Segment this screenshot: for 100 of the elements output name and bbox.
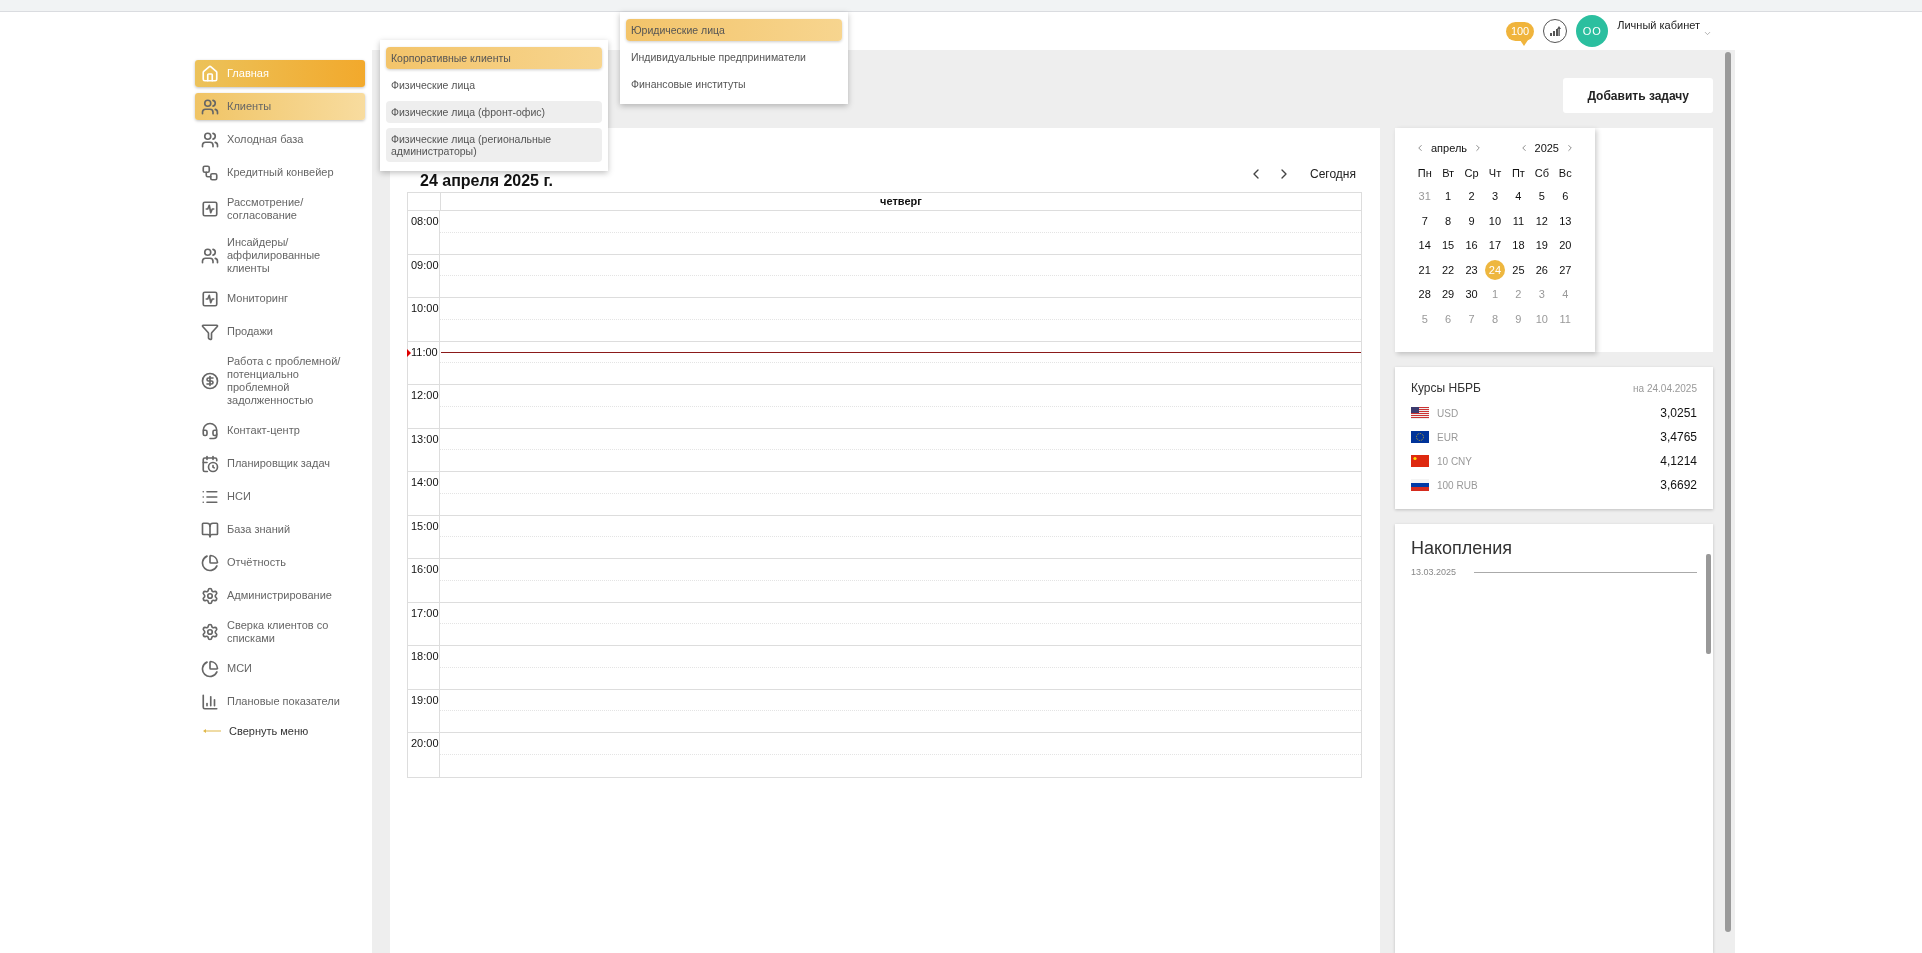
house-icon [201, 64, 219, 83]
flowchart-icon [201, 163, 219, 182]
weekday-label: Сб [1533, 166, 1550, 181]
today-button[interactable]: Сегодня [1310, 167, 1356, 181]
rates-title: Курсы НБРБ [1411, 381, 1481, 395]
sidebar-item[interactable]: Планировщик задач [195, 450, 365, 477]
submenu-item[interactable]: Физические лица (фронт-офис) [386, 101, 602, 123]
sidebar-item[interactable]: Контакт-центр [195, 417, 365, 444]
calendar-day[interactable]: 2 [1461, 186, 1482, 206]
calendar-day[interactable]: 9 [1461, 210, 1482, 231]
collapse-menu-button[interactable]: Свернуть меню [195, 721, 372, 741]
calendar-day[interactable]: 6 [1555, 186, 1576, 206]
pie-chart-icon [201, 553, 219, 572]
calendar-day[interactable]: 13 [1555, 210, 1576, 231]
currency-label: 100 RUB [1437, 479, 1479, 491]
sidebar-item[interactable]: Отчётность [195, 549, 365, 576]
time-label: 18:00 [408, 646, 440, 689]
time-label: 08:00 [408, 211, 440, 254]
currency-label: EUR [1437, 431, 1460, 443]
sidebar-item[interactable]: МСИ [195, 655, 365, 682]
day-heading: четверг [879, 194, 923, 209]
china-flag-icon [1411, 455, 1429, 467]
calendar-day[interactable]: 28 [1414, 284, 1435, 304]
sidebar-item[interactable]: Плановые показатели [195, 688, 365, 715]
weekday-label: Ср [1463, 166, 1480, 181]
time-label: 19:00 [408, 689, 440, 732]
users-icon [201, 246, 219, 265]
time-label: 10:00 [408, 298, 440, 341]
calendar-day[interactable]: 23 [1461, 259, 1482, 280]
users-icon [201, 130, 219, 149]
time-label: 13:00 [408, 428, 440, 471]
sidebar-item[interactable]: Холодная база [195, 126, 365, 153]
calendar-day[interactable]: 12 [1531, 210, 1552, 231]
calendar-day[interactable]: 30 [1461, 284, 1482, 304]
calendar-day[interactable]: 29 [1438, 284, 1459, 304]
scrollbar-thumb[interactable] [1725, 52, 1731, 932]
calendar-day[interactable]: 3 [1485, 186, 1505, 206]
calendar-day[interactable]: 22 [1438, 259, 1459, 280]
submenu-item[interactable]: Юридические лица [626, 19, 842, 41]
sidebar-item[interactable]: Сверка клиентов со списками [195, 615, 365, 649]
time-label: 12:00 [408, 385, 440, 428]
calendar-day[interactable]: 19 [1531, 235, 1552, 255]
rate-value: 4,1214 [1660, 454, 1697, 468]
submenu-item[interactable]: Физические лица (региональные администраторы) [386, 128, 602, 162]
time-label: 16:00 [408, 559, 440, 602]
calendar-day[interactable]: 18 [1508, 235, 1529, 255]
date-title: 24 апреля 2025 г. [420, 172, 553, 190]
sidebar-item[interactable]: Рассмотрение/ согласование [195, 192, 365, 226]
savings-title: Накопления [1411, 538, 1514, 559]
chevron-left-icon[interactable] [1415, 143, 1425, 153]
weekday-label: Вс [1557, 166, 1573, 181]
calendar-day[interactable]: 17 [1485, 235, 1505, 255]
rate-value: 3,0251 [1660, 406, 1697, 420]
time-label: 15:00 [408, 515, 440, 558]
month-label[interactable]: апрель [1431, 142, 1468, 154]
time-label: 09:00 [408, 254, 440, 297]
submenu-item[interactable]: Корпоративные клиенты [386, 47, 602, 69]
sidebar-item[interactable]: Клиенты [195, 93, 365, 120]
time-label: 17:00 [408, 602, 440, 645]
rates-date: на 24.04.2025 [1633, 383, 1697, 394]
calendar-day[interactable]: 14 [1414, 235, 1435, 255]
calendar-day[interactable]: 10 [1485, 210, 1505, 231]
calendar-day[interactable]: 16 [1461, 235, 1482, 255]
time-label: 20:00 [408, 733, 440, 777]
sidebar-item[interactable]: Мониторинг [195, 285, 365, 312]
submenu-item[interactable]: Индивидуальные предприниматели [626, 46, 842, 68]
calendar-day[interactable]: 4 [1508, 186, 1529, 206]
sidebar-item[interactable]: База знаний [195, 516, 365, 543]
sidebar-item[interactable]: Продажи [195, 318, 365, 345]
add-task-button[interactable]: Добавить задачу [1563, 78, 1713, 113]
sidebar-item[interactable]: Инсайдеры/ аффилированные клиенты [195, 232, 365, 279]
calendar-day[interactable]: 5 [1531, 186, 1552, 206]
sidebar-item[interactable]: НСИ [195, 483, 365, 510]
calendar-day[interactable]: 25 [1508, 259, 1529, 280]
submenu-item[interactable]: Физические лица [386, 74, 602, 96]
sidebar-item[interactable]: Работа с проблемной/ потенциально проблемной задолженностью [195, 351, 365, 411]
open-book-icon [201, 520, 219, 539]
calendar-day[interactable]: 26 [1531, 259, 1552, 280]
calendar-day[interactable]: 7 [1414, 210, 1435, 231]
bar-chart-icon [201, 692, 219, 711]
calendar-day[interactable]: 11 [1508, 210, 1529, 231]
sidebar-item[interactable]: Кредитный конвейер [195, 159, 365, 186]
calendar-day[interactable]: 1 [1438, 186, 1459, 206]
calendar-day[interactable]: 21 [1414, 259, 1435, 280]
weekday-label: Чт [1487, 166, 1503, 181]
weekday-label: Пн [1416, 166, 1433, 181]
scrollbar-thumb[interactable] [1706, 554, 1711, 654]
account-menu[interactable]: Личный кабинет [1617, 19, 1700, 31]
currency-label: 10 CNY [1437, 455, 1473, 467]
calendar-day[interactable]: 15 [1438, 235, 1459, 255]
time-label: 11:00 [408, 341, 440, 384]
year-label[interactable]: 2025 [1534, 142, 1559, 154]
sidebar-item[interactable]: Администрирование [195, 582, 365, 609]
calendar-day[interactable]: 27 [1555, 259, 1576, 280]
submenu-item[interactable]: Финансовые институты [626, 73, 842, 95]
calendar-day[interactable]: 8 [1438, 210, 1459, 231]
weekday-label: Пт [1510, 166, 1526, 181]
currency-label: USD [1437, 407, 1460, 419]
calendar-day[interactable]: 20 [1555, 235, 1576, 255]
chevron-right-icon[interactable] [1565, 143, 1575, 153]
